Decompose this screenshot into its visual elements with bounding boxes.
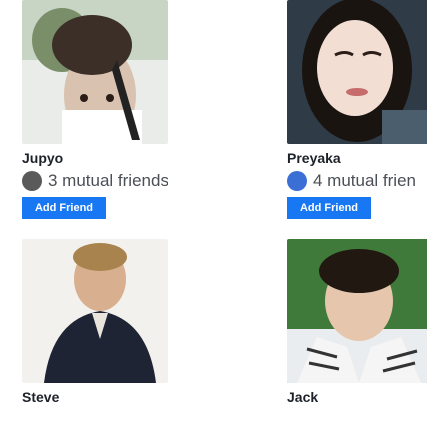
profile-photo[interactable] [22,0,168,144]
friend-name[interactable]: Preyaka [287,150,427,166]
friend-suggestion-card: Jupyo 3 mutual friends Add Friend [22,0,168,219]
mutual-friend-avatar [287,171,307,191]
mutual-friends-text: 4 mutual frien [313,171,416,190]
friend-name[interactable]: Steve [22,389,168,405]
profile-photo[interactable] [287,239,427,383]
add-friend-button[interactable]: Add Friend [22,197,106,219]
mutual-friends[interactable]: 3 mutual friends [22,171,168,191]
mutual-friends[interactable]: 4 mutual frien [287,171,427,191]
profile-photo[interactable] [287,0,427,144]
mutual-friend-avatar [22,171,42,191]
add-friend-button[interactable]: Add Friend [287,197,371,219]
friend-suggestion-card: Steve [22,239,168,405]
profile-photo[interactable] [22,239,168,383]
friend-name[interactable]: Jack [287,389,427,405]
mutual-friends-text: 3 mutual friends [48,171,168,190]
friend-suggestion-card: Jack [287,239,427,405]
friend-suggestion-card: Preyaka 4 mutual frien Add Friend [287,0,427,219]
friend-name[interactable]: Jupyo [22,150,168,166]
